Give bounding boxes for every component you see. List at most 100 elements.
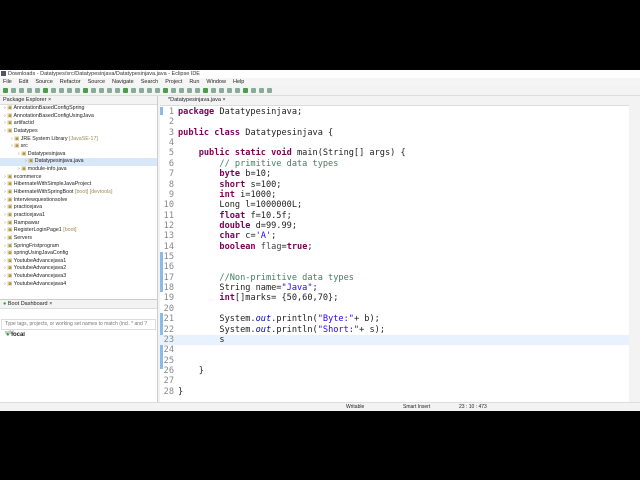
code-line[interactable]: 27 [160,376,629,386]
menu-item[interactable]: File [3,78,12,86]
toolbar-button-icon[interactable] [259,88,264,93]
tree-item[interactable]: › ▣ AnnotationBasedConfigSpring [0,105,157,113]
menu-item[interactable]: Run [189,78,199,86]
toolbar-button-icon[interactable] [75,88,80,93]
tree-item[interactable]: › ▣ src [0,143,157,151]
tree-item[interactable]: › ▣ HibernateWithSimpleJavaProject [0,181,157,189]
tree-item[interactable]: › ▣ springUsingJavaConfig [0,250,157,258]
toolbar-button-icon[interactable] [107,88,112,93]
code-line[interactable]: 10 Long l=1000000L; [160,200,629,210]
tree-item[interactable]: › ▣ Interviewquestionsolve [0,197,157,205]
code-line[interactable]: 13 char c='A'; [160,231,629,241]
code-line[interactable]: 28} [160,387,629,397]
menu-item[interactable]: Window [206,78,226,86]
code-line[interactable]: 3 public class Datatypesinjava { [160,128,629,138]
code-line[interactable]: 23 s [160,334,629,346]
tree-item[interactable]: › ▣ HibernateWithSpringBoot [boot] [devt… [0,189,157,197]
tree-item[interactable]: › ▣ Rampawar [0,220,157,228]
toolbar-button-icon[interactable] [99,88,104,93]
code-line[interactable]: 20 [160,304,629,314]
menu-item[interactable]: Edit [19,78,28,86]
toolbar-button-icon[interactable] [123,88,128,93]
toolbar-button-icon[interactable] [243,88,248,93]
tree-item[interactable]: › ▣ artifactid [0,120,157,128]
code-line[interactable]: 4 [160,138,629,148]
toolbar-button-icon[interactable] [51,88,56,93]
tab-boot-dashboard[interactable]: ● Boot Dashboard × [0,300,157,309]
toolbar-button-icon[interactable] [171,88,176,93]
tree-item[interactable]: › ▣ Datatypesinjava [0,151,157,159]
toolbar-button-icon[interactable] [91,88,96,93]
tree-item[interactable]: › ▣ module-info.java [0,166,157,174]
toolbar-button-icon[interactable] [83,88,88,93]
menu-item[interactable]: Source [35,78,52,86]
toolbar-button-icon[interactable] [219,88,224,93]
code-line[interactable]: 5 public static void main(String[] args)… [160,148,629,158]
tree-item[interactable]: › ▣ Servers [0,235,157,243]
code-line[interactable]: 22 System.out.println("Short:"+ s); [160,325,629,335]
tree-item[interactable]: › ▣ JRE System Library [JavaSE-17] [0,136,157,144]
toolbar-button-icon[interactable] [163,88,168,93]
menu-item[interactable]: Source [88,78,105,86]
toolbar-button-icon[interactable] [11,88,16,93]
code-line[interactable]: 18 String name="Java"; [160,283,629,293]
tree-item[interactable]: › ▣ RegisterLoginPage1 [boot] [0,227,157,235]
toolbar-button-icon[interactable] [19,88,24,93]
code-line[interactable]: 16 [160,262,629,272]
boot-search-input[interactable]: Type tags, projects, or working set name… [1,319,156,336]
toolbar-button-icon[interactable] [27,88,32,93]
tab-editor-file[interactable]: *Datatypesinjava.java × [160,96,629,106]
code-line[interactable]: 6 // primitive data types [160,159,629,169]
code-line[interactable]: 14 boolean flag=true; [160,242,629,252]
code-line[interactable]: 15 [160,252,629,262]
code-line[interactable]: 8 short s=100; [160,180,629,190]
tree-item[interactable]: › ▣ YoutubeAdvancejava1 [0,258,157,266]
tree-item[interactable]: › ▣ YoutubeAdvancejava2 [0,265,157,273]
toolbar-button-icon[interactable] [235,88,240,93]
tree-item[interactable]: › ▣ ecommerce [0,174,157,182]
toolbar-button-icon[interactable] [187,88,192,93]
code-line[interactable]: 25 [160,356,629,366]
code-line[interactable]: 11 float f=10.5f; [160,211,629,221]
menu-item[interactable]: Refactor [60,78,81,86]
menu-item[interactable]: Project [165,78,182,86]
code-line[interactable]: 21 System.out.println("Byte:"+ b); [160,314,629,324]
toolbar-button-icon[interactable] [59,88,64,93]
menu-item[interactable]: Search [141,78,158,86]
tab-package-explorer[interactable]: Package Explorer × [0,96,157,105]
toolbar-button-icon[interactable] [115,88,120,93]
tree-item[interactable]: › ▣ practicejava [0,204,157,212]
tree-item[interactable]: › ▣ practicejava1 [0,212,157,220]
tree-item[interactable]: › ▣ Datatypesinjava.java [0,158,157,167]
code-line[interactable]: 12 double d=99.99; [160,221,629,231]
code-line[interactable]: 9 int i=1000; [160,190,629,200]
menu-item[interactable]: Navigate [112,78,134,86]
code-area[interactable]: 1 package Datatypesinjava; 2 3 public class … [160,107,629,397]
tree-item[interactable]: › ▣ YoutubeAdvancejava4 [0,281,157,289]
code-line[interactable]: 2 [160,117,629,127]
toolbar-button-icon[interactable] [155,88,160,93]
code-line[interactable]: 7 byte b=10; [160,169,629,179]
toolbar-button-icon[interactable] [147,88,152,93]
code-line[interactable]: 17 //Non-primitive data types [160,273,629,283]
toolbar-button-icon[interactable] [179,88,184,93]
toolbar-button-icon[interactable] [67,88,72,93]
tree-item[interactable]: › ▣ AnnotationBasedConfigUsingJava [0,113,157,121]
toolbar-button-icon[interactable] [203,88,208,93]
code-line[interactable]: 24 [160,345,629,355]
tree-item[interactable]: › ▣ SpringFristprogram [0,243,157,251]
toolbar-button-icon[interactable] [267,88,272,93]
tree-item[interactable]: › ▣ YoutubeAdvancejava3 [0,273,157,281]
toolbar-button-icon[interactable] [211,88,216,93]
code-line[interactable]: 1 package Datatypesinjava; [160,107,629,117]
toolbar-button-icon[interactable] [227,88,232,93]
code-line[interactable]: 26 } [160,366,629,376]
menu-item[interactable]: Help [233,78,244,86]
toolbar-button-icon[interactable] [35,88,40,93]
tree-item[interactable]: › ▣ Datatypes [0,128,157,136]
toolbar-button-icon[interactable] [195,88,200,93]
toolbar-button-icon[interactable] [43,88,48,93]
toolbar-button-icon[interactable] [131,88,136,93]
toolbar-button-icon[interactable] [139,88,144,93]
code-editor[interactable]: *Datatypesinjava.java × 1 package Datatyp… [160,96,629,402]
